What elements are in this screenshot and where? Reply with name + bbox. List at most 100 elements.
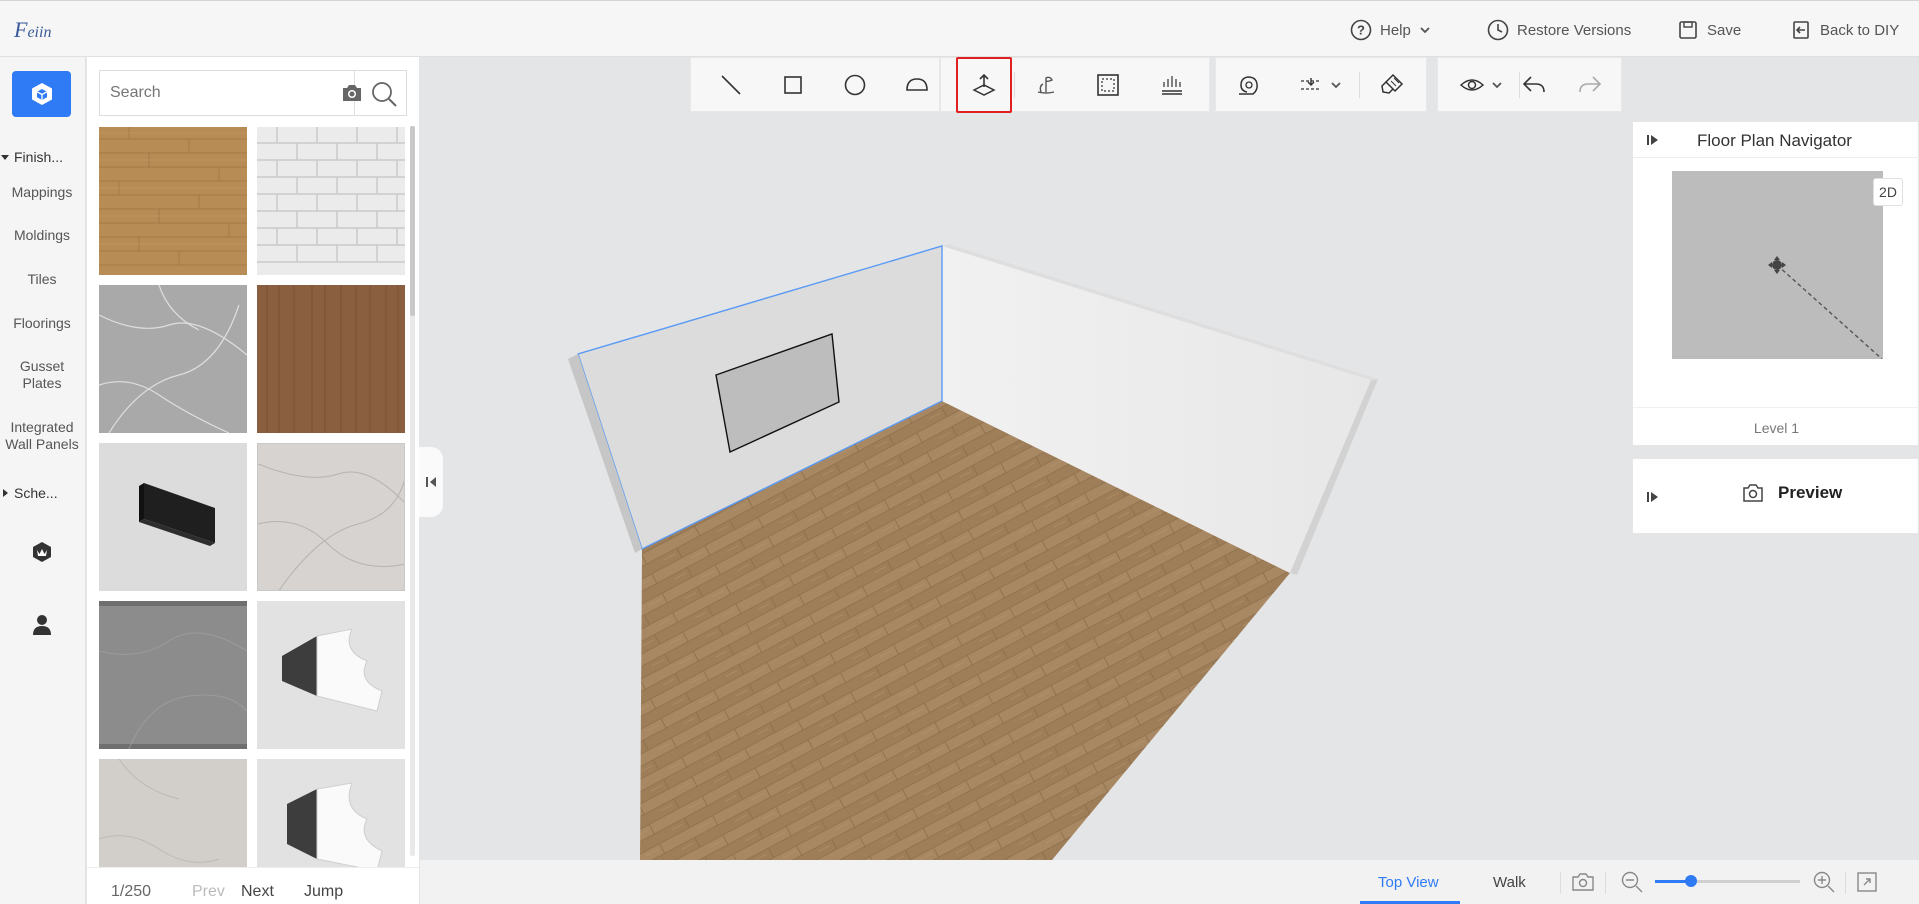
toolbar-draw-group bbox=[690, 57, 940, 112]
camera-icon bbox=[1743, 484, 1763, 502]
back-to-diy-button[interactable]: Back to DIY bbox=[1790, 17, 1899, 43]
floor-plan-navigator: Floor Plan Navigator 2D Level 1 bbox=[1632, 121, 1919, 446]
toolbar-view-group bbox=[1437, 57, 1622, 112]
navigator-title: Floor Plan Navigator bbox=[1697, 131, 1852, 150]
rectangle-tool-button[interactable] bbox=[765, 58, 821, 112]
measure-tool-button[interactable] bbox=[1220, 58, 1276, 112]
2d-toggle-button[interactable]: 2D bbox=[1873, 178, 1903, 206]
search-input[interactable] bbox=[110, 84, 330, 102]
brush-icon bbox=[1381, 73, 1404, 94]
extrude-tool-button[interactable] bbox=[956, 57, 1012, 113]
jump-page-button[interactable]: Jump bbox=[304, 883, 343, 901]
help-icon: ? bbox=[1350, 19, 1372, 41]
circle-tool-button[interactable] bbox=[827, 58, 883, 112]
preview-button[interactable]: Preview bbox=[1742, 483, 1842, 503]
level-icon bbox=[1162, 76, 1182, 95]
rectangle-icon bbox=[784, 76, 802, 94]
rail-item-gusset-plates[interactable]: Gusset Plates bbox=[0, 358, 84, 392]
camera-icon[interactable] bbox=[341, 83, 363, 103]
divider bbox=[1845, 872, 1846, 894]
expand-panel-icon[interactable] bbox=[1646, 133, 1660, 147]
navigator-map[interactable] bbox=[1672, 171, 1883, 359]
toolbar-separator bbox=[1014, 72, 1015, 98]
material-tile-white-brick[interactable] bbox=[257, 127, 405, 275]
search-box bbox=[99, 70, 407, 116]
material-scrollbar[interactable] bbox=[410, 126, 415, 856]
rail-item-floorings[interactable]: Floorings bbox=[0, 315, 84, 332]
section-schemes[interactable]: Sche... bbox=[0, 485, 58, 501]
section-finishes[interactable]: Finish... bbox=[0, 149, 63, 165]
tab-top-view[interactable]: Top View bbox=[1378, 874, 1439, 891]
caret-right-icon bbox=[3, 489, 8, 497]
save-button[interactable]: Save bbox=[1677, 17, 1741, 43]
premium-badge-icon[interactable] bbox=[31, 541, 53, 563]
brush-tool-button[interactable] bbox=[1364, 58, 1420, 112]
caret-down-icon bbox=[1, 155, 9, 160]
screenshot-icon[interactable] bbox=[1571, 871, 1595, 893]
material-tile-light-grey-marble[interactable] bbox=[257, 443, 405, 591]
tab-walk[interactable]: Walk bbox=[1493, 874, 1526, 891]
prev-page-button[interactable]: Prev bbox=[192, 883, 225, 901]
chevron-down-icon bbox=[1420, 27, 1430, 34]
category-rail: Finish... Mappings Moldings Tiles Floori… bbox=[0, 57, 86, 904]
rail-item-mappings[interactable]: Mappings bbox=[0, 184, 84, 201]
help-button[interactable]: ? Help bbox=[1350, 17, 1431, 43]
measure-icon bbox=[1239, 76, 1258, 95]
redo-icon bbox=[1579, 76, 1602, 93]
cube-icon bbox=[31, 83, 52, 105]
material-tile-grey-marble[interactable] bbox=[99, 285, 247, 433]
svg-text:?: ? bbox=[1357, 23, 1365, 38]
user-icon[interactable] bbox=[31, 613, 53, 637]
line-tool-button[interactable] bbox=[703, 58, 759, 112]
rail-item-tiles[interactable]: Tiles bbox=[0, 271, 84, 288]
align-tool-dropdown[interactable] bbox=[1284, 58, 1356, 112]
level-selector[interactable]: Level 1 bbox=[1633, 407, 1919, 436]
zoom-slider-handle[interactable] bbox=[1685, 875, 1698, 887]
material-tile-crown-molding-2[interactable] bbox=[257, 759, 405, 867]
expand-panel-icon[interactable] bbox=[1646, 490, 1660, 504]
materials-category-button[interactable] bbox=[12, 71, 71, 117]
material-tile-dark-grey-stone[interactable] bbox=[99, 601, 247, 749]
material-tile-cream-stone[interactable] bbox=[99, 759, 247, 867]
undo-icon bbox=[1522, 76, 1545, 93]
material-scrollbar-thumb[interactable] bbox=[410, 126, 415, 316]
redo-button[interactable] bbox=[1562, 58, 1618, 112]
restore-versions-button[interactable]: Restore Versions bbox=[1487, 17, 1631, 43]
material-pager: 1/250 Prev Next Jump bbox=[87, 867, 419, 904]
app-logo[interactable]: Feiin bbox=[14, 17, 51, 43]
material-tile-oak-wood[interactable] bbox=[99, 127, 247, 275]
zoom-slider[interactable] bbox=[1655, 880, 1800, 883]
material-panel: 1/250 Prev Next Jump bbox=[87, 57, 419, 904]
next-page-button[interactable]: Next bbox=[241, 883, 274, 901]
chevron-down-icon bbox=[1492, 82, 1502, 89]
floppy-disk-icon bbox=[1679, 21, 1697, 39]
search-icon[interactable] bbox=[370, 80, 398, 108]
fit-view-icon[interactable] bbox=[1856, 871, 1878, 893]
arc-icon bbox=[906, 78, 928, 91]
navigator-header: Floor Plan Navigator bbox=[1633, 122, 1919, 158]
toolbar-edit-group bbox=[940, 57, 1210, 113]
rail-item-moldings[interactable]: Moldings bbox=[0, 227, 84, 244]
page-indicator: 1/250 bbox=[111, 883, 152, 900]
arc-tool-button[interactable] bbox=[889, 58, 945, 112]
top-bar: Feiin ? Help Restore Versions Save Back … bbox=[0, 0, 1919, 57]
zoom-in-icon[interactable] bbox=[1812, 870, 1836, 894]
pole-tool-button[interactable] bbox=[1018, 58, 1074, 112]
divider bbox=[1605, 872, 1606, 894]
area-select-icon bbox=[1097, 74, 1119, 96]
rail-item-integrated-wall-panels[interactable]: Integrated Wall Panels bbox=[0, 419, 84, 453]
material-tile-walnut-wood[interactable] bbox=[257, 285, 405, 433]
undo-button[interactable] bbox=[1506, 58, 1562, 112]
level-tool-button[interactable] bbox=[1144, 58, 1200, 112]
3d-viewport[interactable] bbox=[420, 112, 1631, 860]
area-select-tool-button[interactable] bbox=[1080, 58, 1136, 112]
eye-icon bbox=[1459, 79, 1485, 91]
material-tile-black-wall-panel[interactable] bbox=[99, 443, 247, 591]
line-icon bbox=[721, 75, 741, 95]
toolbar-measure-group bbox=[1215, 57, 1427, 112]
chevron-down-icon bbox=[1331, 82, 1341, 89]
extrude-icon bbox=[972, 73, 996, 96]
material-tile-crown-molding-1[interactable] bbox=[257, 601, 405, 749]
exit-icon bbox=[1793, 21, 1809, 39]
zoom-out-icon[interactable] bbox=[1620, 870, 1644, 894]
